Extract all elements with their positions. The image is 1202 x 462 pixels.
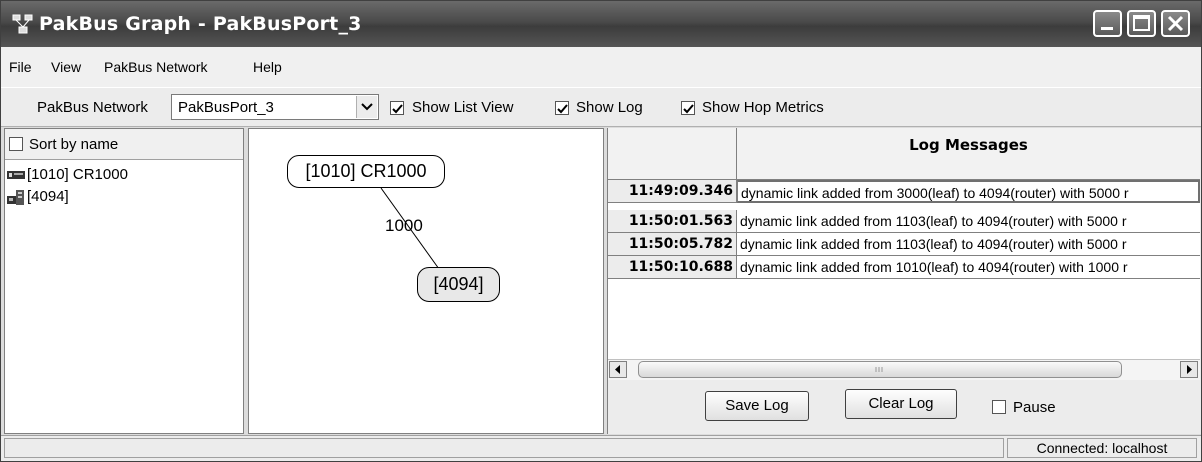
show-log-label[interactable]: Show Log — [576, 99, 643, 116]
menu-file[interactable]: File — [9, 59, 32, 75]
menu-bar: File View PakBus Network Help — [1, 47, 1201, 87]
datalogger-icon — [7, 171, 25, 179]
edge-metric-label: 1000 — [385, 216, 423, 235]
chevron-down-icon — [361, 103, 373, 111]
network-select[interactable]: PakBusPort_3 — [171, 94, 379, 120]
network-graph-panel: [1010] CR1000 1000 [4094] — [248, 128, 604, 434]
log-time: 11:50:10.688 — [608, 256, 737, 279]
menu-pakbus-network[interactable]: PakBus Network — [104, 59, 207, 75]
status-message — [4, 438, 1004, 458]
log-message: dynamic link added from 1103(leaf) to 40… — [737, 233, 1200, 256]
log-grid: Log Messages 11:49:09.346 dynamic link a… — [608, 128, 1200, 380]
title-bar[interactable]: PakBus Graph - PakBusPort_3 — [1, 1, 1201, 47]
device-item-label: [1010] CR1000 — [27, 166, 128, 183]
close-icon — [1167, 15, 1184, 32]
chevron-right-icon — [1187, 365, 1192, 374]
minimize-button[interactable] — [1093, 10, 1122, 37]
chevron-left-icon — [615, 365, 620, 374]
window-title: PakBus Graph - PakBusPort_3 — [39, 13, 362, 35]
scroll-right-button[interactable] — [1180, 361, 1198, 378]
log-time: 11:50:01.563 — [608, 210, 737, 233]
log-header-time — [608, 128, 737, 180]
sort-row: Sort by name — [5, 129, 243, 160]
device-item-label: [4094] — [27, 188, 69, 205]
checkmark-icon — [557, 104, 568, 114]
graph-node-4094[interactable]: [4094] — [417, 267, 500, 302]
scroll-thumb[interactable] — [638, 361, 1122, 378]
checkmark-icon — [683, 104, 694, 114]
scroll-left-button[interactable] — [609, 361, 627, 378]
maximize-button[interactable] — [1127, 10, 1156, 37]
network-select-value: PakBusPort_3 — [178, 99, 274, 116]
graph-node-1010[interactable]: [1010] CR1000 — [287, 155, 445, 188]
log-header-title: Log Messages — [909, 136, 1028, 154]
clear-log-button[interactable]: Clear Log — [845, 389, 957, 419]
pause-label[interactable]: Pause — [1013, 399, 1056, 416]
pakbus-graph-window: PakBus Graph - PakBusPort_3 File View Pa… — [0, 0, 1202, 462]
checkmark-icon — [392, 104, 403, 114]
close-button[interactable] — [1161, 10, 1190, 37]
menu-view[interactable]: View — [51, 59, 81, 75]
log-row[interactable]: 11:50:05.782 dynamic link added from 110… — [608, 233, 1200, 256]
show-hop-metrics-label[interactable]: Show Hop Metrics — [702, 99, 824, 116]
log-time: 11:50:05.782 — [608, 233, 737, 256]
device-item-1010[interactable]: [1010] CR1000 — [7, 165, 237, 185]
show-list-view-label[interactable]: Show List View — [412, 99, 513, 116]
sort-by-name-checkbox[interactable] — [9, 137, 23, 151]
log-header: Log Messages — [737, 128, 1200, 180]
save-log-button[interactable]: Save Log — [705, 391, 809, 421]
log-row[interactable]: 11:50:01.563 dynamic link added from 110… — [608, 210, 1200, 233]
log-panel: Log Messages 11:49:09.346 dynamic link a… — [607, 128, 1201, 434]
log-message: dynamic link added from 3000(leaf) to 40… — [737, 180, 1200, 203]
log-row[interactable]: 11:50:10.688 dynamic link added from 101… — [608, 256, 1200, 279]
device-item-4094[interactable]: [4094] — [7, 187, 237, 207]
router-icon — [7, 190, 24, 205]
device-list-panel: Sort by name [1010] CR1000 [4094] — [4, 128, 244, 434]
sort-by-name-label[interactable]: Sort by name — [29, 136, 118, 153]
network-label: PakBus Network — [37, 99, 148, 116]
maximize-icon — [1133, 15, 1150, 31]
grip-icon — [875, 367, 883, 372]
show-hop-metrics-checkbox[interactable] — [681, 101, 695, 115]
menu-help[interactable]: Help — [253, 59, 282, 75]
log-row[interactable]: 11:49:09.346 dynamic link added from 300… — [608, 180, 1200, 203]
status-bar: Connected: localhost — [1, 435, 1201, 461]
log-message: dynamic link added from 1103(leaf) to 40… — [737, 210, 1200, 233]
log-message: dynamic link added from 1010(leaf) to 40… — [737, 256, 1200, 279]
show-log-checkbox[interactable] — [555, 101, 569, 115]
dropdown-button[interactable] — [356, 96, 377, 118]
log-time: 11:49:09.346 — [608, 180, 737, 203]
minimize-icon — [1101, 27, 1113, 30]
show-list-view-checkbox[interactable] — [390, 101, 404, 115]
pause-checkbox[interactable] — [992, 400, 1006, 414]
toolbar: PakBus Network PakBusPort_3 Show List Vi… — [1, 87, 1201, 127]
log-horizontal-scrollbar[interactable] — [608, 359, 1200, 380]
connection-status: Connected: localhost — [1007, 438, 1197, 458]
app-network-icon — [12, 14, 33, 34]
